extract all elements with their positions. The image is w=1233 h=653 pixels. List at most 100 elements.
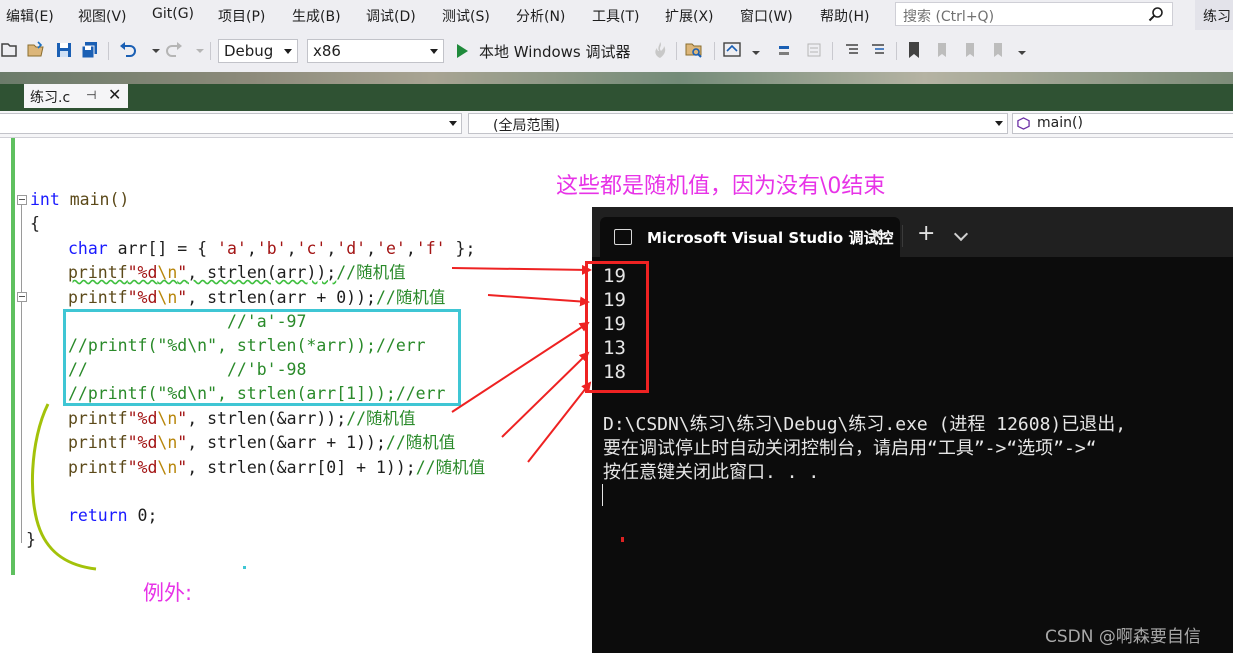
format-string-end: " bbox=[177, 409, 188, 428]
console-window[interactable]: Microsoft Visual Studio 调试控 ✕ + 19 19 19… bbox=[592, 207, 1233, 653]
new-tab-icon[interactable]: + bbox=[917, 223, 935, 245]
menu-view[interactable]: 视图(V) bbox=[78, 6, 127, 26]
chevron-down-icon bbox=[449, 121, 457, 126]
step-into-icon[interactable] bbox=[804, 40, 824, 60]
previous-bookmark-icon[interactable] bbox=[932, 40, 952, 60]
code-comment: //随机值 bbox=[375, 288, 446, 307]
chevron-down-icon bbox=[430, 49, 438, 54]
menu-window[interactable]: 窗口(W) bbox=[740, 6, 793, 26]
console-exit-message: D:\CSDN\练习\练习\Debug\练习.exe (进程 12608)已退出… bbox=[603, 414, 1127, 435]
menu-tools[interactable]: 工具(T) bbox=[592, 6, 639, 26]
char-literal: 'c' bbox=[296, 239, 327, 258]
scope-select[interactable]: (全局范围) bbox=[468, 113, 1008, 134]
menu-project[interactable]: 项目(P) bbox=[218, 6, 265, 26]
pin-icon[interactable]: ⊣ bbox=[86, 88, 96, 102]
comment-lines-icon[interactable] bbox=[842, 40, 862, 60]
undo-icon[interactable] bbox=[118, 40, 138, 60]
printf-call: printf bbox=[68, 458, 128, 477]
printf-call: printf bbox=[68, 263, 128, 282]
close-icon[interactable]: ✕ bbox=[868, 223, 885, 247]
search-placeholder: 搜索 (Ctrl+Q) bbox=[903, 9, 995, 25]
function-value: main() bbox=[1037, 115, 1083, 131]
char-literal: 'd' bbox=[336, 239, 367, 258]
toolbar-separator bbox=[832, 42, 833, 60]
next-bookmark-icon[interactable] bbox=[960, 40, 980, 60]
document-tab-row bbox=[0, 84, 1233, 108]
escape-sequence: \n bbox=[157, 288, 178, 307]
navigation-bar: (全局范围) main() bbox=[0, 111, 1233, 138]
new-project-icon[interactable] bbox=[0, 40, 20, 60]
printf-args: , strlen(&arr + 1)); bbox=[187, 433, 386, 452]
bookmark-icon[interactable] bbox=[904, 40, 924, 60]
save-all-icon[interactable] bbox=[80, 40, 100, 60]
printf-call: printf bbox=[68, 433, 128, 452]
play-icon bbox=[457, 44, 468, 58]
format-string-end: " bbox=[177, 288, 188, 307]
home-icon[interactable] bbox=[722, 40, 742, 60]
function-select[interactable]: main() bbox=[1012, 113, 1233, 134]
char-literal: 'e' bbox=[376, 239, 406, 258]
printf-args: , strlen(arr)); bbox=[187, 263, 337, 282]
chevron-down-icon[interactable] bbox=[953, 226, 969, 242]
search-input[interactable]: 搜索 (Ctrl+Q) bbox=[895, 2, 1173, 26]
clear-bookmarks-icon[interactable] bbox=[988, 40, 1008, 60]
escape-sequence: \n bbox=[157, 433, 178, 452]
solution-name-button[interactable]: 练习 bbox=[1195, 0, 1233, 30]
code-line-main: int main() bbox=[30, 189, 129, 211]
format-string-end: " bbox=[177, 458, 188, 477]
open-folder-icon[interactable] bbox=[26, 40, 46, 60]
solution-name: 练习 bbox=[1203, 9, 1231, 25]
close-icon[interactable]: ✕ bbox=[108, 85, 121, 104]
toolbar-separator bbox=[676, 42, 677, 60]
keyword-return: return bbox=[68, 506, 128, 525]
menu-build[interactable]: 生成(B) bbox=[292, 6, 341, 26]
configuration-select[interactable]: Debug bbox=[218, 39, 298, 63]
dropdown-arrow-icon[interactable] bbox=[746, 40, 766, 60]
hot-reload-icon[interactable] bbox=[650, 40, 670, 60]
console-cursor bbox=[602, 484, 603, 506]
menu-extensions[interactable]: 扩展(X) bbox=[665, 6, 714, 26]
format-string: "%d bbox=[127, 263, 158, 282]
scope-value: (全局范围) bbox=[493, 118, 560, 134]
code-line-array: char arr[] = { 'a','b','c','d','e','f' }… bbox=[68, 239, 476, 258]
tab-filename: 练习.c bbox=[30, 90, 71, 106]
code-line-open-brace: { bbox=[30, 214, 40, 233]
menu-git[interactable]: Git(G) bbox=[152, 6, 194, 22]
find-in-files-icon[interactable] bbox=[684, 40, 704, 60]
uncomment-lines-icon[interactable] bbox=[868, 40, 888, 60]
toolbar-options-icon[interactable] bbox=[1012, 40, 1032, 60]
start-debugging-button[interactable]: 本地 Windows 调试器 bbox=[455, 39, 645, 63]
menu-test[interactable]: 测试(S) bbox=[442, 6, 490, 26]
code-line-return: return 0; bbox=[68, 505, 157, 527]
save-icon[interactable] bbox=[54, 40, 74, 60]
undo-dropdown-icon[interactable] bbox=[146, 40, 166, 60]
console-tab[interactable]: Microsoft Visual Studio 调试控 ✕ bbox=[600, 217, 900, 257]
format-string: "%d bbox=[127, 288, 158, 307]
printf-call: printf bbox=[68, 409, 128, 428]
collapse-block-icon[interactable] bbox=[17, 292, 27, 302]
platform-select[interactable]: x86 bbox=[307, 39, 444, 63]
exception-note: 例外: bbox=[143, 581, 193, 605]
redo-dropdown-icon[interactable] bbox=[190, 40, 210, 60]
code-line-printf-1: printf"%d\n", strlen(arr));//随机值 bbox=[68, 262, 406, 284]
code-line-printf-2: printf"%d\n", strlen(arr + 0));//随机值 bbox=[68, 287, 445, 309]
step-over-icon[interactable] bbox=[776, 40, 796, 60]
code-line-printf-5: printf"%d\n", strlen(&arr[0] + 1));//随机值 bbox=[68, 457, 485, 479]
red-mark bbox=[621, 537, 624, 542]
redo-icon[interactable] bbox=[164, 40, 184, 60]
terminal-icon bbox=[614, 229, 632, 245]
project-scope-select[interactable] bbox=[0, 113, 462, 134]
array-end: }; bbox=[445, 239, 476, 258]
collapse-main-icon[interactable] bbox=[17, 195, 27, 205]
annotation-note: 这些都是随机值，因为没有\0结束 bbox=[556, 174, 886, 199]
console-titlebar: Microsoft Visual Studio 调试控 ✕ + bbox=[592, 207, 1233, 257]
menu-help[interactable]: 帮助(H) bbox=[820, 6, 869, 26]
menu-analyze[interactable]: 分析(N) bbox=[516, 6, 565, 26]
document-tab[interactable]: 练习.c ⊣ ✕ bbox=[24, 84, 128, 108]
format-string-end: " bbox=[177, 263, 188, 282]
toolbar-separator bbox=[210, 42, 211, 60]
code-comment: //随机值 bbox=[385, 433, 456, 452]
menu-debug[interactable]: 调试(D) bbox=[366, 6, 416, 26]
menu-edit[interactable]: 编辑(E) bbox=[6, 6, 54, 26]
return-value: 0; bbox=[127, 506, 158, 525]
